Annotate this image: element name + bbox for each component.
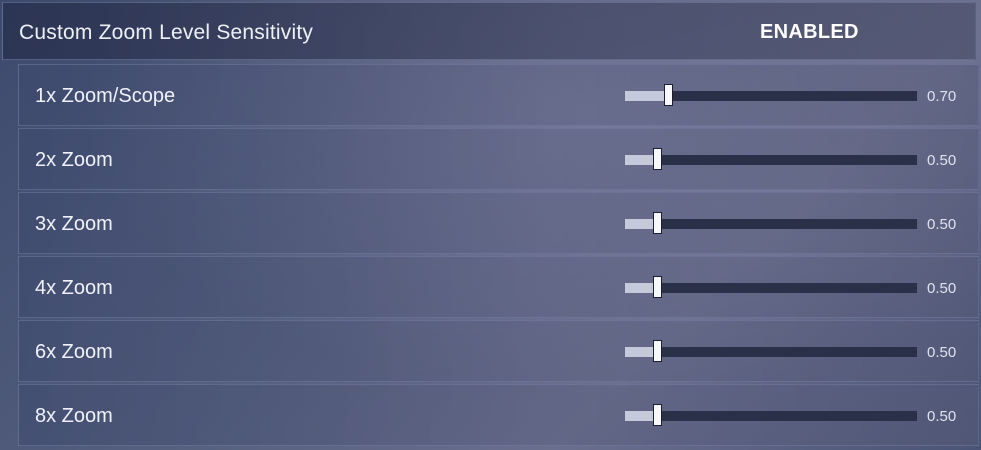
zoom-label: 3x Zoom	[35, 213, 113, 235]
slider-thumb[interactable]	[653, 212, 662, 234]
sensitivity-slider[interactable]	[625, 403, 919, 427]
zoom-row-2x[interactable]: 2x Zoom 0.50	[18, 128, 979, 190]
zoom-row-1x[interactable]: 1x Zoom/Scope 0.70	[18, 64, 979, 126]
sensitivity-slider[interactable]	[625, 339, 919, 363]
slider-thumb[interactable]	[653, 404, 662, 426]
zoom-row-6x[interactable]: 6x Zoom 0.50	[18, 320, 979, 382]
enabled-toggle[interactable]: ENABLED	[760, 21, 859, 44]
slider-track	[625, 219, 917, 229]
sensitivity-value: 0.70	[927, 88, 957, 105]
zoom-row-8x[interactable]: 8x Zoom 0.50	[18, 384, 979, 446]
custom-zoom-sensitivity-header[interactable]: Custom Zoom Level Sensitivity ENABLED	[2, 2, 976, 60]
slider-fill	[625, 219, 653, 229]
slider-track	[625, 155, 917, 165]
setting-title: Custom Zoom Level Sensitivity	[19, 21, 314, 44]
zoom-row-4x[interactable]: 4x Zoom 0.50	[18, 256, 979, 318]
sensitivity-slider[interactable]	[625, 83, 919, 107]
sensitivity-slider[interactable]	[625, 275, 919, 299]
zoom-label: 4x Zoom	[35, 277, 113, 299]
zoom-label: 1x Zoom/Scope	[35, 85, 176, 107]
slider-fill	[625, 347, 653, 357]
sensitivity-slider[interactable]	[625, 211, 919, 235]
sensitivity-value: 0.50	[927, 152, 957, 169]
slider-thumb[interactable]	[653, 148, 662, 170]
zoom-label: 6x Zoom	[35, 341, 113, 363]
sensitivity-value: 0.50	[927, 344, 957, 361]
slider-fill	[625, 155, 653, 165]
slider-fill	[625, 283, 653, 293]
slider-thumb[interactable]	[653, 340, 662, 362]
sensitivity-value: 0.50	[927, 408, 957, 425]
slider-track	[625, 283, 917, 293]
slider-fill	[625, 411, 653, 421]
slider-thumb[interactable]	[653, 276, 662, 298]
zoom-sensitivity-list: 1x Zoom/Scope 0.70 2x Zoom 0.50 3x Zoom …	[18, 64, 979, 448]
sensitivity-value: 0.50	[927, 280, 957, 297]
zoom-label: 8x Zoom	[35, 405, 113, 427]
slider-track	[625, 411, 917, 421]
zoom-row-3x[interactable]: 3x Zoom 0.50	[18, 192, 979, 254]
slider-thumb[interactable]	[664, 84, 673, 106]
sensitivity-value: 0.50	[927, 216, 957, 233]
zoom-label: 2x Zoom	[35, 149, 113, 171]
slider-fill	[625, 91, 664, 101]
slider-track	[625, 347, 917, 357]
sensitivity-slider[interactable]	[625, 147, 919, 171]
